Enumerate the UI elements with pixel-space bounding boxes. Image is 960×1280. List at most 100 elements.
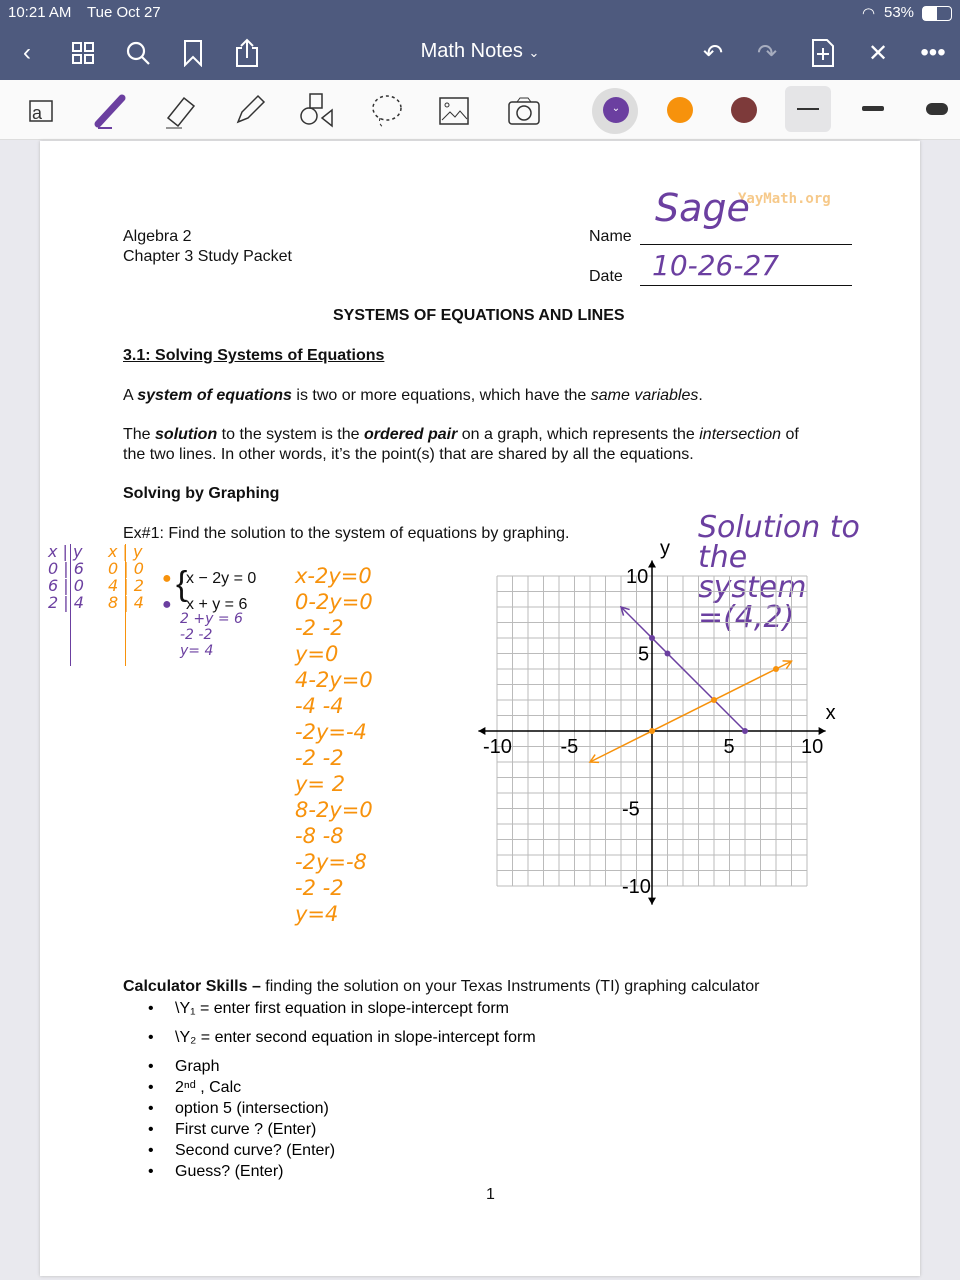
step-item: option 5 (intersection) bbox=[148, 1100, 536, 1121]
step-item: \Y₁ = enter first equation in slope-inte… bbox=[148, 1000, 536, 1021]
page-number: 1 bbox=[486, 1186, 495, 1203]
y-tick-label: 10 bbox=[626, 566, 648, 588]
handwritten-line: -2 -2 bbox=[295, 746, 344, 770]
data-point bbox=[649, 635, 655, 641]
step-item: Second curve? (Enter) bbox=[148, 1142, 536, 1163]
purple-table-divider bbox=[70, 544, 71, 666]
coordinate-graph[interactable]: -10 -5 5 10 10 5 -5 -10 x y bbox=[470, 531, 890, 921]
handwritten-line: x-2y=0 bbox=[295, 564, 372, 588]
more-icon[interactable]: ••• bbox=[918, 38, 948, 68]
battery-icon bbox=[922, 6, 952, 21]
text-tool-icon[interactable]: a bbox=[22, 92, 60, 130]
add-page-icon[interactable] bbox=[808, 38, 838, 68]
y-tick-label: 5 bbox=[638, 644, 649, 666]
data-point bbox=[664, 650, 671, 657]
camera-tool-icon[interactable] bbox=[505, 92, 543, 130]
tool-bar: a ᛒ ⌄ bbox=[0, 80, 960, 183]
course-label: Algebra 2 bbox=[123, 228, 192, 245]
orange-dot: ● bbox=[162, 570, 172, 587]
packet-label: Chapter 3 Study Packet bbox=[123, 248, 292, 265]
eraser-tool-icon[interactable] bbox=[162, 92, 200, 130]
handwritten-line: y= 2 bbox=[295, 772, 346, 796]
x-tick-label: 5 bbox=[724, 736, 735, 758]
status-time: 10:21 AM bbox=[8, 4, 72, 21]
x-axis-label: x bbox=[826, 702, 836, 724]
step-item: First curve ? (Enter) bbox=[148, 1121, 536, 1142]
handwritten-line: y=0 bbox=[295, 642, 339, 666]
color-swatch-maroon[interactable] bbox=[731, 97, 757, 123]
orange-work: x-2y=0 0-2y=0 -2 -2 y=0 4-2y=0 -4 -4 -2y=-4 -2 … bbox=[295, 563, 373, 927]
handwritten-line: 4-2y=0 bbox=[295, 668, 373, 692]
stroke-thin-button[interactable] bbox=[785, 86, 831, 132]
color-swatch-orange[interactable] bbox=[667, 97, 693, 123]
paragraph-1: A system of equations is two or more equ… bbox=[123, 387, 703, 404]
section-title: 3.1: Solving Systems of Equations bbox=[123, 347, 385, 364]
handwritten-line: y=4 bbox=[295, 902, 339, 926]
handwritten-line: -2y=-4 bbox=[295, 720, 367, 744]
handwritten-line: -8 -8 bbox=[295, 824, 344, 848]
handwritten-line: 2 | 4 bbox=[48, 593, 84, 612]
purple-dot: ● bbox=[162, 596, 172, 613]
data-point bbox=[711, 697, 717, 703]
handwritten-line: 8-2y=0 bbox=[295, 798, 373, 822]
equation-1: x − 2y = 0 bbox=[186, 570, 257, 587]
watermark: YayMath.org bbox=[738, 191, 831, 207]
data-point bbox=[649, 728, 655, 734]
data-point bbox=[773, 666, 779, 672]
subheading: Solving by Graphing bbox=[123, 485, 280, 502]
x-tick-label: -10 bbox=[483, 736, 512, 758]
x-tick-label: 10 bbox=[801, 736, 823, 758]
redo-icon[interactable]: ↷ bbox=[752, 38, 782, 68]
title-text: Math Notes bbox=[420, 40, 523, 62]
handwritten-date: 10-26-27 bbox=[652, 249, 780, 282]
handwritten-line: 0-2y=0 bbox=[295, 590, 373, 614]
wifi-icon: ◠ bbox=[862, 5, 876, 22]
handwritten-line: -2 -2 bbox=[180, 627, 213, 643]
step-item: \Y₂ = enter second equation in slope-int… bbox=[148, 1029, 536, 1050]
handwritten-line: 6 | 0 bbox=[48, 576, 84, 595]
y-axis-label: y bbox=[660, 537, 670, 559]
paragraph-2: The solution to the system is the ordere… bbox=[123, 426, 799, 443]
name-line bbox=[640, 244, 852, 245]
stroke-thick-button[interactable] bbox=[926, 103, 948, 115]
y-tick-label: -5 bbox=[622, 799, 640, 821]
x-tick-label: -5 bbox=[561, 736, 579, 758]
name-label: Name bbox=[589, 228, 632, 245]
handwritten-line: -4 -4 bbox=[295, 694, 344, 718]
page-heading: SYSTEMS OF EQUATIONS AND LINES bbox=[333, 307, 625, 324]
handwritten-name: Sage bbox=[655, 186, 750, 230]
handwritten-line: 0 | 6 bbox=[48, 559, 84, 578]
highlighter-tool-icon[interactable] bbox=[230, 92, 268, 130]
shapes-tool-icon[interactable] bbox=[298, 92, 336, 130]
purple-work: 2 +y = 6 -2 -2 y= 4 bbox=[180, 611, 243, 659]
date-line bbox=[640, 285, 852, 286]
handwritten-line: -2y=-8 bbox=[295, 850, 367, 874]
calculator-steps: \Y₁ = enter first equation in slope-inte… bbox=[148, 1000, 536, 1184]
step-item: 2ⁿᵈ , Calc bbox=[148, 1079, 536, 1100]
data-point bbox=[742, 728, 748, 734]
calculator-heading: Calculator Skills – finding the solution… bbox=[123, 978, 760, 995]
date-label: Date bbox=[589, 268, 623, 285]
chevron-down-icon: ⌄ bbox=[528, 45, 540, 60]
y-tick-label: -10 bbox=[622, 876, 651, 898]
color-swatch-purple[interactable]: ⌄ bbox=[603, 97, 629, 123]
pen-tool-icon[interactable] bbox=[92, 92, 130, 130]
purple-xy-table: x | y0 | 66 | 02 | 4 bbox=[48, 543, 84, 611]
stroke-medium-button[interactable] bbox=[862, 106, 884, 111]
status-date: Tue Oct 27 bbox=[87, 4, 161, 21]
handwritten-line: y= 4 bbox=[180, 643, 214, 659]
step-item: Guess? (Enter) bbox=[148, 1163, 536, 1184]
svg-text:a: a bbox=[32, 103, 43, 123]
handwritten-line: -2 -2 bbox=[295, 616, 344, 640]
close-icon[interactable]: ✕ bbox=[863, 38, 893, 68]
undo-icon[interactable]: ↶ bbox=[698, 38, 728, 68]
handwritten-line: x | y bbox=[48, 542, 83, 561]
top-bar: 10:21 AM Tue Oct 27 ◠ 53% ‹ Math Notes ⌄… bbox=[0, 0, 960, 80]
image-tool-icon[interactable] bbox=[436, 92, 474, 130]
battery-level: 53% bbox=[884, 4, 915, 21]
paragraph-2-cont: the two lines. In other words, it’s the … bbox=[123, 446, 694, 463]
step-item: Graph bbox=[148, 1058, 536, 1079]
handwritten-line: 2 +y = 6 bbox=[180, 611, 243, 627]
handwritten-line: -2 -2 bbox=[295, 876, 344, 900]
lasso-tool-icon[interactable] bbox=[368, 92, 406, 130]
